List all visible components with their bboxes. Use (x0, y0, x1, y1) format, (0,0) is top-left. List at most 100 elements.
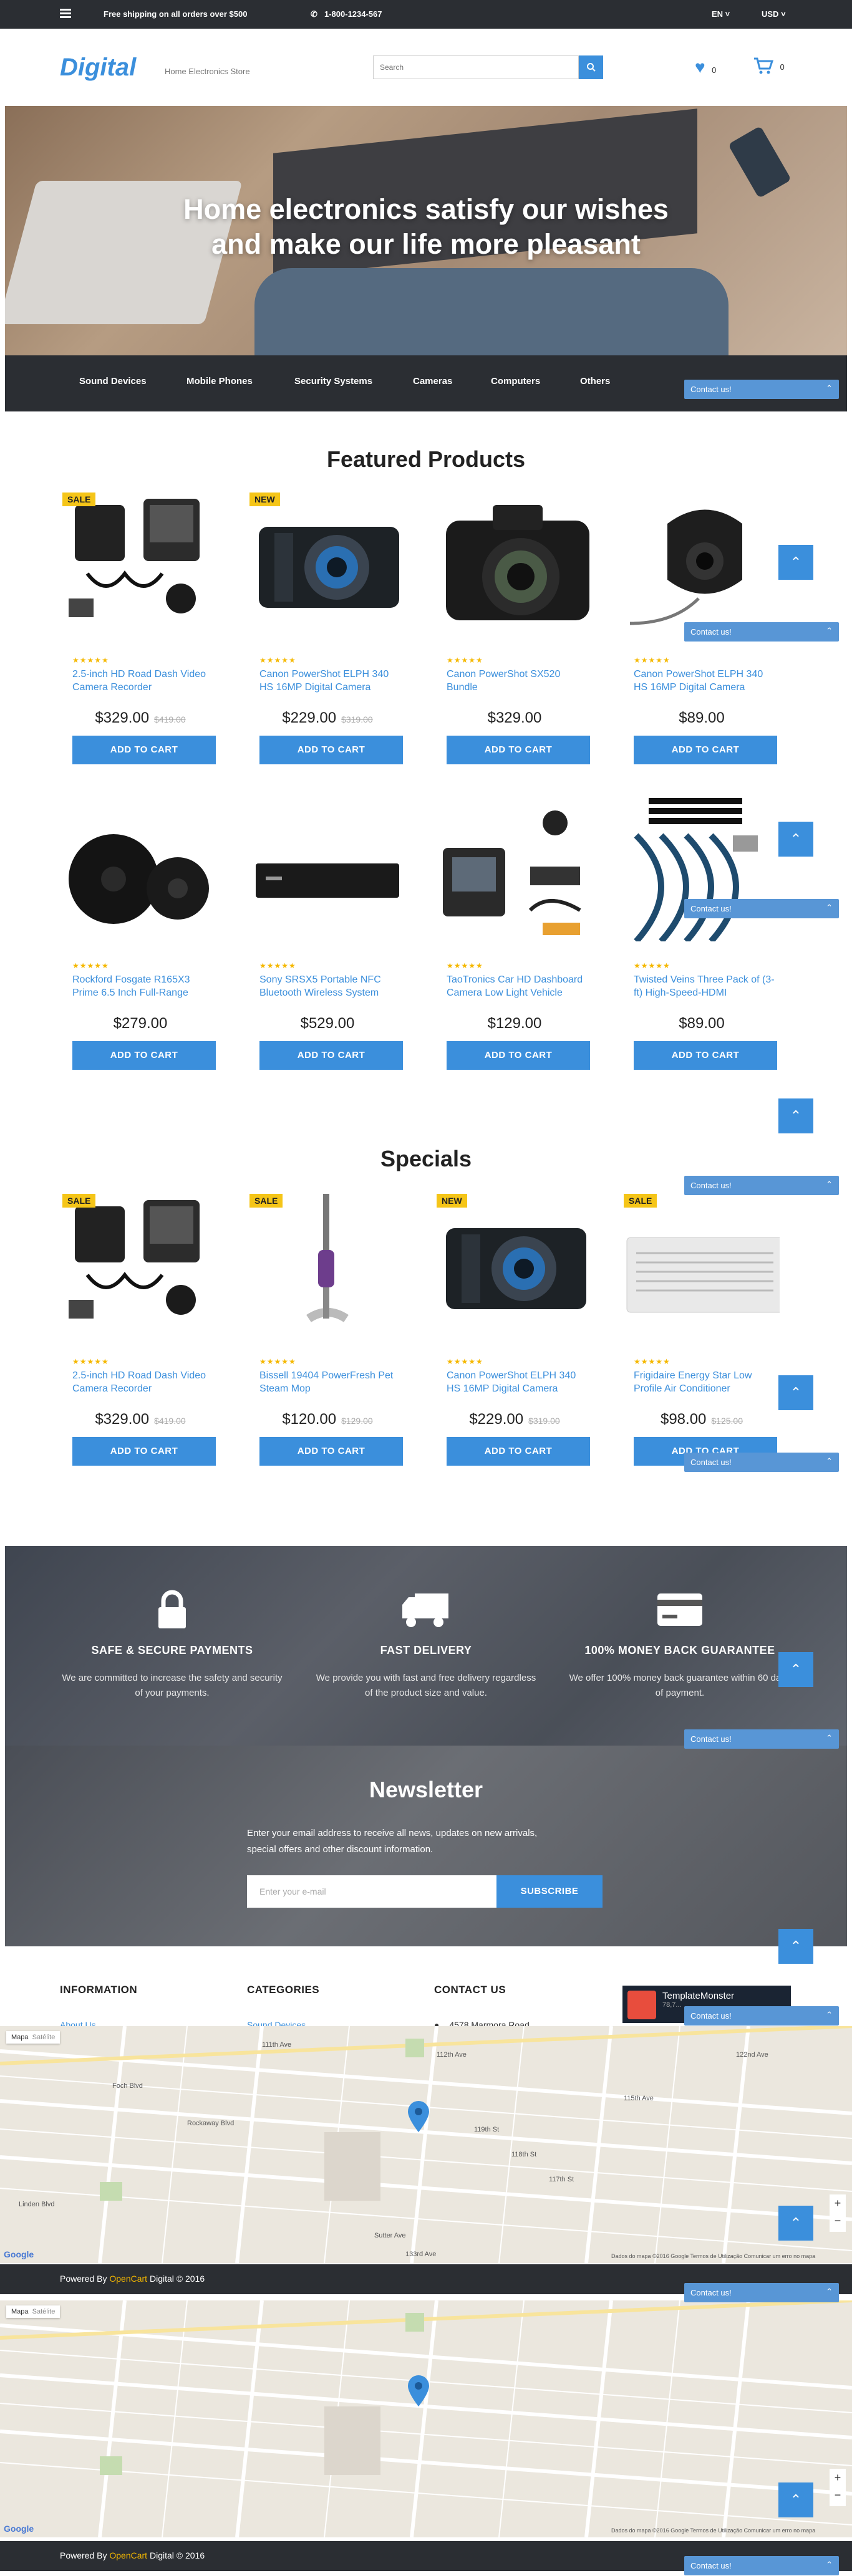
menu-icon[interactable] (60, 9, 71, 19)
product-image[interactable] (624, 798, 780, 944)
back-to-top-button[interactable]: ⌃ (778, 545, 813, 580)
product-name[interactable]: Canon PowerShot ELPH 340 HS 16MP Digital… (447, 1369, 590, 1395)
nav-item-sound-devices[interactable]: Sound Devices (79, 376, 147, 387)
product-name[interactable]: Twisted Veins Three Pack of (3-ft) High-… (634, 973, 777, 999)
product-name[interactable]: 2.5-inch HD Road Dash Video Camera Recor… (72, 1369, 216, 1395)
back-to-top-button[interactable]: ⌃ (778, 1929, 813, 1964)
map-attribution[interactable]: Dados do mapa ©2016 Google Termos de Uti… (611, 2253, 815, 2259)
feature-title: FAST DELIVERY (380, 1644, 472, 1656)
map-zoom-control[interactable]: + − (830, 2194, 846, 2232)
product-name[interactable]: Canon PowerShot ELPH 340 HS 16MP Digital… (259, 668, 403, 694)
product-image[interactable] (62, 493, 218, 636)
add-to-cart-button[interactable]: ADD TO CART (634, 1041, 777, 1070)
heart-icon: ♥ (695, 57, 705, 77)
product-image[interactable] (437, 798, 593, 941)
map-marker-icon[interactable] (408, 2375, 429, 2406)
product-name[interactable]: Canon PowerShot SX520 Bundle (447, 668, 590, 694)
product-price: $229.00 $319.00 (469, 1411, 560, 1428)
product-name[interactable]: Canon PowerShot ELPH 340 HS 16MP Digital… (634, 668, 777, 694)
location-map-duplicate[interactable]: Mapa Satélite Google Dados do mapa ©2016… (0, 2300, 852, 2537)
chevron-up-icon: ⌃ (790, 2492, 802, 2507)
add-to-cart-button[interactable]: ADD TO CART (72, 1437, 216, 1466)
product-image[interactable] (249, 1194, 405, 1337)
opencart-link[interactable]: OpenCart (109, 2550, 147, 2560)
search-button[interactable] (579, 55, 603, 79)
product-image[interactable] (624, 1194, 790, 1337)
contact-us-tab[interactable]: Contact us! ⌃ (684, 2556, 839, 2575)
add-to-cart-button[interactable]: ADD TO CART (447, 736, 590, 764)
add-to-cart-button[interactable]: ADD TO CART (634, 736, 777, 764)
subscribe-button[interactable]: SUBSCRIBE (496, 1875, 603, 1908)
product-name[interactable]: Sony SRSX5 Portable NFC Bluetooth Wirele… (259, 973, 403, 999)
wishlist-count: 0 (712, 65, 717, 75)
phone-number[interactable]: 1-800-1234-567 (324, 9, 382, 19)
product-image[interactable] (624, 493, 780, 636)
nav-item-mobile-phones[interactable]: Mobile Phones (186, 376, 253, 387)
map-type-control[interactable]: Mapa Satélite (6, 2305, 61, 2318)
currency-select[interactable]: USD ˅ (762, 9, 786, 19)
add-to-cart-button[interactable]: ADD TO CART (447, 1041, 590, 1070)
nav-item-others[interactable]: Others (580, 376, 610, 387)
street-label: 112th Ave (437, 2051, 467, 2059)
product-name[interactable]: Frigidaire Energy Star Low Profile Air C… (634, 1369, 777, 1395)
add-to-cart-button[interactable]: ADD TO CART (259, 1041, 403, 1070)
hero-banner[interactable]: Home electronics satisfy our wishes and … (5, 106, 847, 355)
map-attribution[interactable]: Dados do mapa ©2016 Google Termos de Uti… (611, 2527, 815, 2534)
cart-button[interactable]: 0 (753, 57, 785, 78)
contact-us-tab[interactable]: Contact us! ⌃ (684, 1729, 839, 1749)
map-marker-icon[interactable] (408, 2101, 429, 2132)
street-label: Foch Blvd (112, 2082, 143, 2090)
nav-item-cameras[interactable]: Cameras (413, 376, 452, 387)
add-to-cart-button[interactable]: ADD TO CART (447, 1437, 590, 1466)
add-to-cart-button[interactable]: ADD TO CART (72, 736, 216, 764)
add-to-cart-button[interactable]: ADD TO CART (259, 1437, 403, 1466)
contact-us-tab[interactable]: Contact us! ⌃ (684, 1453, 839, 1472)
back-to-top-button[interactable]: ⌃ (778, 2482, 813, 2517)
back-to-top-button[interactable]: ⌃ (778, 1098, 813, 1133)
contact-us-tab[interactable]: Contact us! ⌃ (684, 622, 839, 642)
product-price: $229.00 $319.00 (282, 709, 373, 726)
location-map[interactable]: Mapa Satélite 111th Ave 112th Ave 115th … (0, 2026, 852, 2263)
nav-item-security-systems[interactable]: Security Systems (294, 376, 372, 387)
product-name[interactable]: Bissell 19404 PowerFresh Pet Steam Mop (259, 1369, 403, 1395)
back-to-top-button[interactable]: ⌃ (778, 2206, 813, 2241)
contact-us-tab[interactable]: Contact us! ⌃ (684, 2283, 839, 2302)
sale-badge: SALE (624, 1194, 657, 1208)
search-input[interactable] (373, 55, 579, 79)
street-label: 133rd Ave (405, 2251, 437, 2258)
product-name[interactable]: Rockford Fosgate R165X3 Prime 6.5 Inch F… (72, 973, 216, 999)
street-label: Linden Blvd (19, 2201, 55, 2208)
phone-icon: ✆ (311, 9, 317, 19)
contact-us-tab[interactable]: Contact us! ⌃ (684, 2006, 839, 2026)
contact-us-tab[interactable]: Contact us! ⌃ (684, 1176, 839, 1195)
product-image[interactable] (62, 798, 218, 941)
product-image[interactable] (249, 493, 405, 636)
widget-label: TemplateMonster (662, 1991, 735, 2001)
product-name[interactable]: TaoTronics Car HD Dashboard Camera Low L… (447, 973, 590, 999)
language-select[interactable]: EN ˅ (712, 9, 730, 19)
footer-information-heading: INFORMATION (60, 1984, 138, 1996)
logo[interactable]: Digital (60, 54, 136, 82)
newsletter-email-input[interactable]: Enter your e-mail (247, 1875, 496, 1908)
product-image[interactable] (62, 1194, 218, 1337)
contact-us-tab[interactable]: Contact us! ⌃ (684, 380, 839, 399)
product-image[interactable] (437, 1194, 593, 1337)
back-to-top-button[interactable]: ⌃ (778, 1375, 813, 1410)
add-to-cart-button[interactable]: ADD TO CART (72, 1041, 216, 1070)
footer-contact-heading: CONTACT US (434, 1984, 506, 1996)
product-price: $529.00 (300, 1015, 355, 1032)
product-name[interactable]: 2.5-inch HD Road Dash Video Camera Recor… (72, 668, 216, 694)
back-to-top-button[interactable]: ⌃ (778, 1652, 813, 1687)
old-price: $319.00 (341, 714, 373, 724)
back-to-top-button[interactable]: ⌃ (778, 822, 813, 857)
map-zoom-control[interactable]: + − (830, 2469, 846, 2506)
contact-us-tab[interactable]: Contact us! ⌃ (684, 899, 839, 918)
product-price: $89.00 (679, 1015, 725, 1032)
wishlist-button[interactable]: ♥ 0 (695, 57, 716, 77)
add-to-cart-button[interactable]: ADD TO CART (259, 736, 403, 764)
product-image[interactable] (437, 493, 593, 636)
product-image[interactable] (249, 798, 405, 941)
map-type-control[interactable]: Mapa Satélite (6, 2031, 61, 2044)
opencart-link[interactable]: OpenCart (109, 2274, 147, 2284)
nav-item-computers[interactable]: Computers (491, 376, 540, 387)
